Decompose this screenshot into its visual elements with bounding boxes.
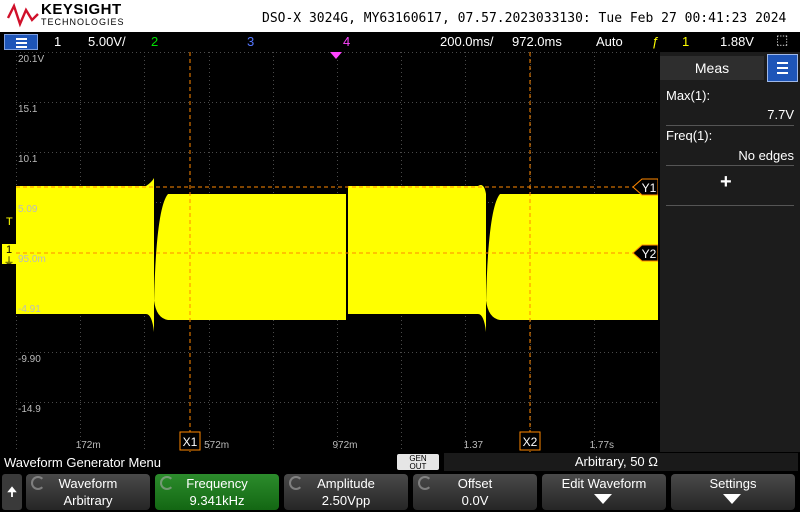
softkey-value: 0.0V xyxy=(461,493,489,508)
measurement-panel: Meas Max(1): 7.7V Freq(1): No edges + xyxy=(660,52,800,452)
y-tick-label: 15.1 xyxy=(18,104,38,115)
waveform-burst xyxy=(486,194,658,320)
softkey-label: Edit Waveform xyxy=(561,476,647,491)
cursor-x2-marker: X2 xyxy=(519,431,541,451)
meas-max-value: 7.7V xyxy=(767,107,794,122)
y-tick-label: -14.9 xyxy=(18,404,41,415)
x-tick-label: 572m xyxy=(204,440,229,451)
ch1-ground-marker-icon[interactable]: 1 ⏚ xyxy=(2,244,16,268)
menu-title: Waveform Generator Menu xyxy=(4,455,162,470)
plus-icon[interactable]: + xyxy=(720,171,732,194)
meas-divider xyxy=(666,205,794,206)
x-tick-label: 972m xyxy=(332,440,357,451)
timebase-scale[interactable]: 200.0ms/ xyxy=(440,34,493,49)
brand-name: KEYSIGHT xyxy=(41,1,122,18)
softkey-value: 2.50Vpp xyxy=(321,493,371,508)
trigger-edge-icon: ƒ xyxy=(652,34,660,49)
softkey-value: Arbitrary xyxy=(63,493,113,508)
down-arrow-icon xyxy=(594,494,612,504)
cursor-y1-label: Y1 xyxy=(642,181,657,195)
brand-subtitle: TECHNOLOGIES xyxy=(41,17,125,27)
cursor-x1-label: X1 xyxy=(183,435,198,449)
softkey-value: 9.341kHz xyxy=(189,493,245,508)
offset-softkey[interactable]: Offset 0.0V xyxy=(413,474,537,510)
meas-freq-value: No edges xyxy=(738,148,794,163)
trigger-level[interactable]: 1.88V xyxy=(720,34,754,49)
softkey-label: Settings xyxy=(709,476,757,491)
amplitude-softkey[interactable]: Amplitude 2.50Vpp xyxy=(284,474,408,510)
wavegen-status: Arbitrary, 50 Ω xyxy=(444,453,798,471)
trigger-source[interactable]: 1 xyxy=(682,34,689,49)
ch2-number[interactable]: 2 xyxy=(151,34,158,49)
cursor-y1-marker: Y1 xyxy=(632,178,658,196)
meas-title[interactable]: Meas xyxy=(660,56,764,80)
cursor-x2-label: X2 xyxy=(523,435,538,449)
trigger-mode[interactable]: Auto xyxy=(596,34,623,49)
main-menu-icon[interactable] xyxy=(4,34,38,50)
waveform-burst xyxy=(348,185,486,332)
instrument-title: DSO-X 3024G, MY63160617, 07.57.202303313… xyxy=(262,11,787,26)
meas-menu-icon[interactable] xyxy=(767,54,798,82)
meas-max-label: Max(1): xyxy=(666,88,711,103)
meas-divider xyxy=(666,125,794,126)
meas-divider xyxy=(666,165,794,166)
edit-waveform-softkey[interactable]: Edit Waveform xyxy=(542,474,666,510)
y-tick-label: 10.1 xyxy=(18,154,38,165)
gen-out-button[interactable]: GEN OUT xyxy=(397,454,439,471)
down-arrow-icon xyxy=(723,494,741,504)
softkey-label: Frequency xyxy=(186,476,248,491)
waveform-softkey[interactable]: Waveform Arbitrary xyxy=(26,474,150,510)
ch4-number[interactable]: 4 xyxy=(343,34,350,49)
ch1-scale[interactable]: 5.00V/ xyxy=(88,34,126,49)
cursor-x1-marker: X1 xyxy=(179,431,201,451)
header-bar: KEYSIGHT TECHNOLOGIES DSO-X 3024G, MY631… xyxy=(0,0,800,32)
channel-bar: 1 5.00V/ 2 3 4 200.0ms/ 972.0ms Auto ƒ 1… xyxy=(0,32,800,52)
y-tick-label: -9.90 xyxy=(18,354,41,365)
y-tick-label: 20.1V xyxy=(18,54,44,65)
softkey-label: Offset xyxy=(457,476,493,491)
y-tick-label: 95.0m xyxy=(18,254,46,265)
softkey-label: Amplitude xyxy=(317,476,375,491)
ch1-waveform xyxy=(16,178,658,332)
meas-freq-label: Freq(1): xyxy=(666,128,713,143)
y-tick-label: 5.09 xyxy=(18,204,38,215)
x-tick-label: 1.77s xyxy=(590,440,614,451)
x-tick-label: 1.37 xyxy=(464,440,484,451)
frequency-softkey[interactable]: Frequency 9.341kHz xyxy=(155,474,279,510)
ch3-number[interactable]: 3 xyxy=(247,34,254,49)
time-delay[interactable]: 972.0ms xyxy=(512,34,562,49)
gen-out-line2: OUT xyxy=(409,462,427,471)
trigger-level-marker[interactable]: T xyxy=(6,216,13,228)
settings-softkey[interactable]: Settings xyxy=(671,474,795,510)
trigger-position-icon xyxy=(330,52,342,59)
back-arrow-icon[interactable]: 🠉 xyxy=(2,474,22,510)
y-tick-label: -4.91 xyxy=(18,304,41,315)
waveform-display[interactable]: 20.1V 15.1 10.1 5.09 95.0m -4.91 -9.90 -14.9 17… xyxy=(16,52,658,452)
waveform-burst xyxy=(154,194,346,320)
cursor-select-icon[interactable]: ⬚ xyxy=(776,32,788,48)
cursor-y2-label: Y2 xyxy=(642,247,657,261)
x-tick-label: 172m xyxy=(76,440,101,451)
ch1-number[interactable]: 1 xyxy=(54,34,61,49)
softkey-label: Waveform xyxy=(58,476,118,491)
